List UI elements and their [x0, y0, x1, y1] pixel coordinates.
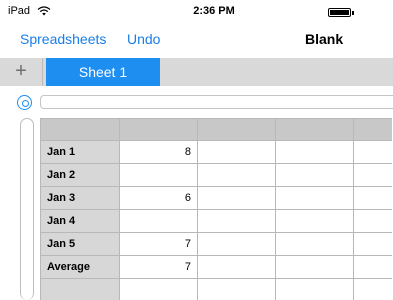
- add-sheet-button[interactable]: +: [8, 59, 34, 85]
- row-label-cell[interactable]: Jan 3: [40, 186, 120, 210]
- empty-cell[interactable]: [197, 278, 276, 300]
- wifi-icon: [37, 6, 51, 16]
- empty-cell[interactable]: [197, 186, 276, 210]
- column-header-row: [40, 118, 392, 141]
- row-gutter: [0, 118, 40, 300]
- empty-cell[interactable]: [275, 186, 354, 210]
- column-header-cell[interactable]: [353, 118, 392, 141]
- empty-cell[interactable]: [353, 163, 392, 187]
- table-row: Jan 1 8: [40, 140, 392, 164]
- empty-cell[interactable]: [275, 232, 354, 256]
- value-cell[interactable]: 6: [119, 186, 198, 210]
- empty-cell[interactable]: [353, 186, 392, 210]
- value-cell[interactable]: 7: [119, 232, 198, 256]
- value-cell[interactable]: [119, 163, 198, 187]
- empty-cell[interactable]: [197, 232, 276, 256]
- formula-input[interactable]: [40, 95, 393, 109]
- empty-cell[interactable]: [353, 255, 392, 279]
- empty-cell[interactable]: [275, 163, 354, 187]
- navigation-bar: Spreadsheets Undo Blank: [0, 22, 393, 58]
- value-cell[interactable]: [119, 278, 198, 300]
- corner-header-cell[interactable]: [40, 118, 120, 141]
- row-label-cell[interactable]: Jan 5: [40, 232, 120, 256]
- undo-button[interactable]: Undo: [127, 31, 160, 47]
- empty-cell[interactable]: [353, 232, 392, 256]
- value-cell[interactable]: 8: [119, 140, 198, 164]
- empty-cell[interactable]: [197, 163, 276, 187]
- column-header-cell[interactable]: [275, 118, 354, 141]
- spreadsheet-grid: Jan 1 8 Jan 2 Jan 3 6 Jan 4 Jan 5 7 Aver…: [40, 118, 392, 300]
- row-label-cell[interactable]: Average: [40, 255, 120, 279]
- value-cell[interactable]: [119, 209, 198, 233]
- empty-cell[interactable]: [275, 255, 354, 279]
- row-label-cell[interactable]: Jan 2: [40, 163, 120, 187]
- empty-cell[interactable]: [353, 278, 392, 300]
- table-row: Jan 2: [40, 163, 392, 187]
- row-label-cell[interactable]: Jan 4: [40, 209, 120, 233]
- tab-divider: [42, 58, 43, 86]
- cell-reference-icon[interactable]: [17, 95, 32, 110]
- column-header-cell[interactable]: [119, 118, 198, 141]
- empty-cell[interactable]: [197, 255, 276, 279]
- row-label-cell[interactable]: [40, 278, 120, 300]
- status-bar: iPad 2:36 PM: [0, 0, 393, 22]
- row-label-cell[interactable]: Jan 1: [40, 140, 120, 164]
- empty-cell[interactable]: [275, 278, 354, 300]
- tab-sheet-1[interactable]: Sheet 1: [46, 58, 160, 86]
- sheet-tab-bar: + Sheet 1: [0, 58, 393, 86]
- empty-cell[interactable]: [275, 209, 354, 233]
- formula-bar: [0, 86, 393, 118]
- empty-cell[interactable]: [353, 209, 392, 233]
- document-title: Blank: [305, 31, 344, 47]
- empty-cell[interactable]: [197, 209, 276, 233]
- status-time: 2:36 PM: [193, 5, 235, 17]
- table-row: Jan 4: [40, 209, 392, 233]
- empty-cell[interactable]: [353, 140, 392, 164]
- spreadsheets-back-button[interactable]: Spreadsheets: [20, 31, 106, 47]
- value-cell[interactable]: 7: [119, 255, 198, 279]
- table-row: Jan 5 7: [40, 232, 392, 256]
- battery-icon: [328, 8, 354, 17]
- table-row: [40, 278, 392, 300]
- empty-cell[interactable]: [197, 140, 276, 164]
- row-resize-handle[interactable]: [20, 118, 34, 300]
- empty-cell[interactable]: [275, 140, 354, 164]
- device-name: iPad: [8, 5, 31, 17]
- table-row: Jan 3 6: [40, 186, 392, 210]
- column-header-cell[interactable]: [197, 118, 276, 141]
- table-row: Average 7: [40, 255, 392, 279]
